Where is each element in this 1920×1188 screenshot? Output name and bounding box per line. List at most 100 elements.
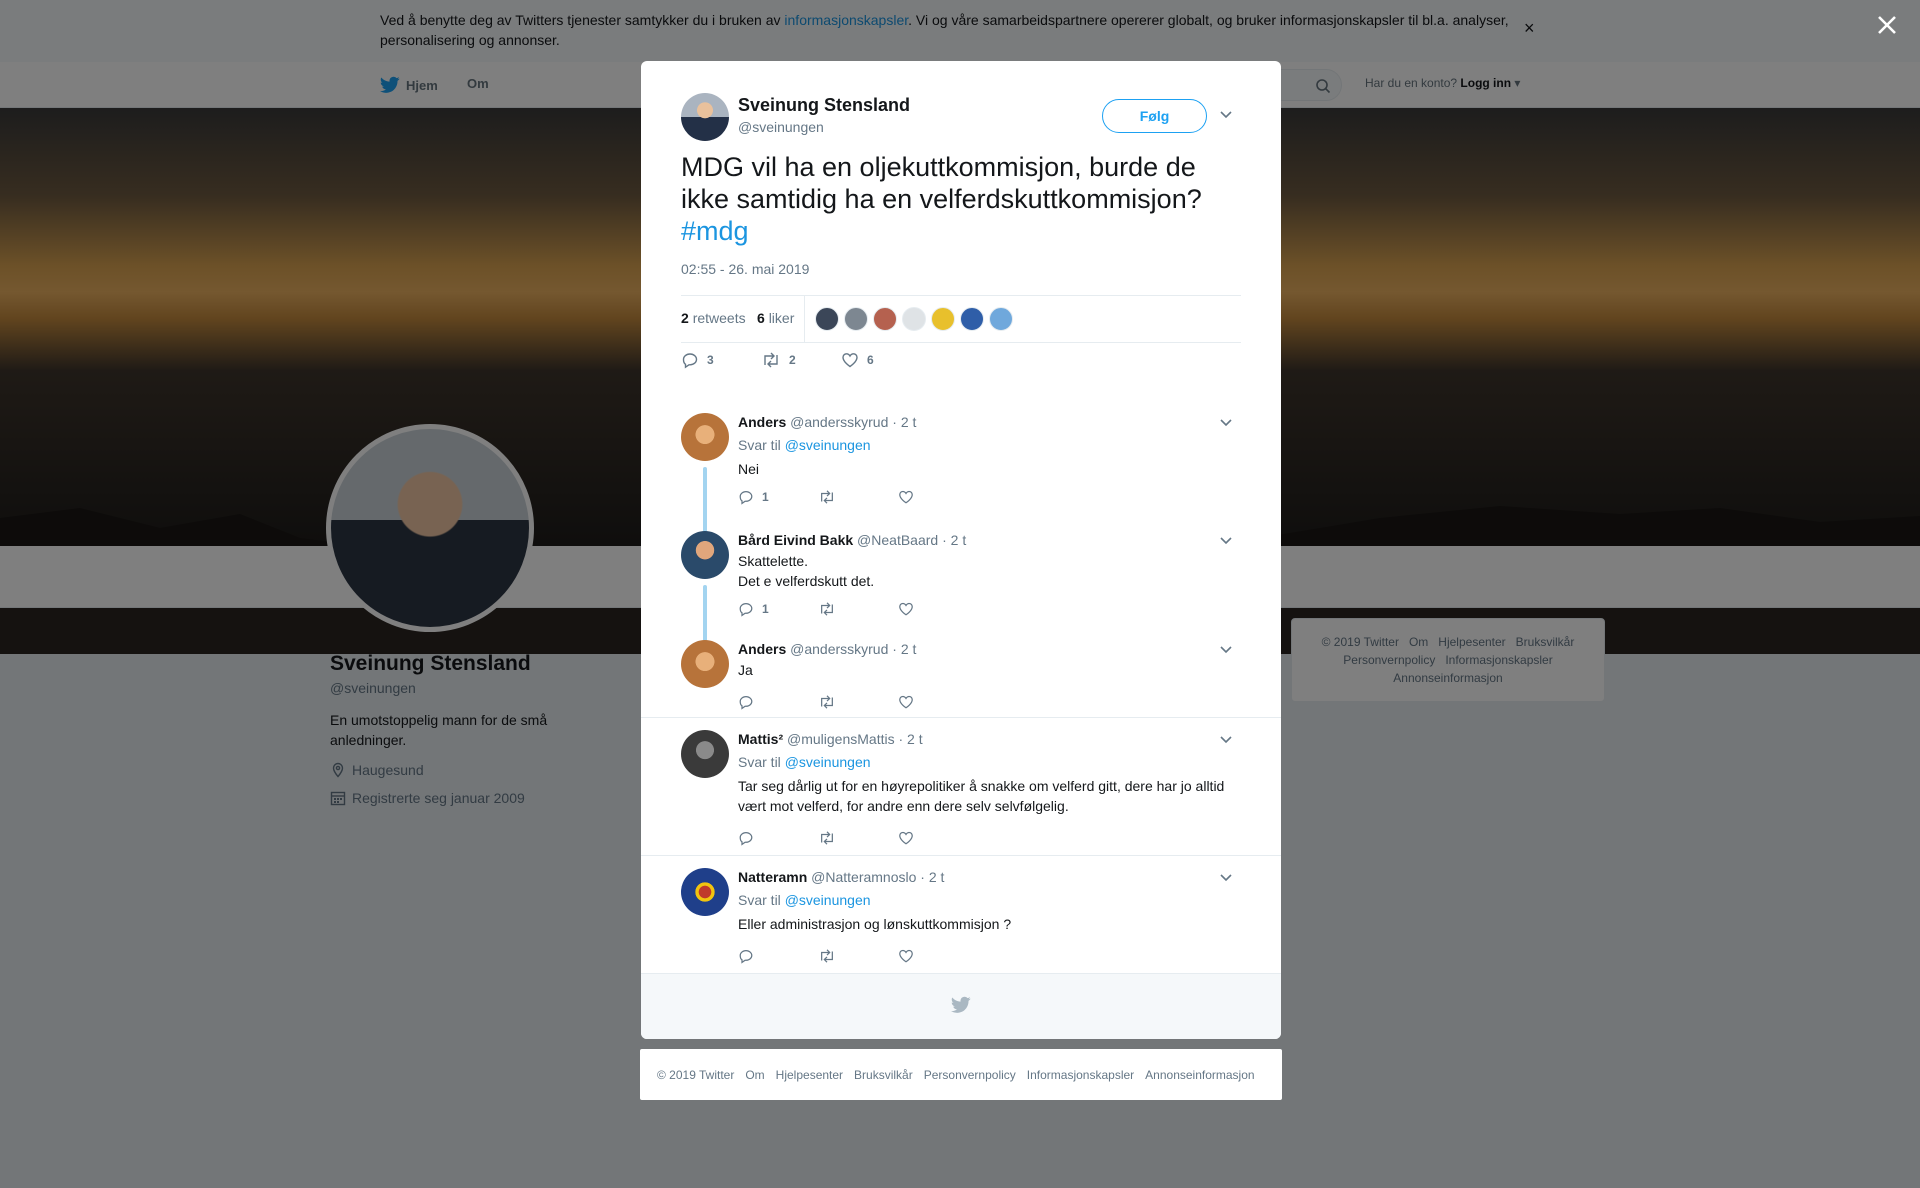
tweet-timestamp[interactable]: 02:55 - 26. mai 2019 (681, 261, 809, 277)
liker-avatar[interactable] (960, 307, 984, 331)
retweet-icon (821, 831, 833, 845)
footer-link-help[interactable]: Hjelpesenter (776, 1068, 843, 1082)
reply-author-name[interactable]: Natteramn (738, 869, 807, 885)
conversation-divider (641, 855, 1281, 856)
tweet-text: MDG vil ha en oljekuttkommisjon, burde d… (681, 151, 1241, 247)
reply-time[interactable]: · 2 t (892, 641, 916, 657)
reply-author-name[interactable]: Anders (738, 641, 786, 657)
reply-body: Anders @andersskyrud · 2 t Svar til @sve… (738, 413, 1238, 505)
retweet-button[interactable] (818, 830, 898, 846)
chevron-down-icon[interactable] (1219, 415, 1233, 429)
reply-button[interactable]: 1 (738, 601, 818, 617)
reply-author-handle[interactable]: @andersskyrud (790, 641, 888, 657)
like-button[interactable] (898, 489, 978, 505)
reply-time[interactable]: · 2 t (942, 532, 966, 548)
chevron-down-icon[interactable] (1219, 533, 1233, 547)
tweet-actions: 3 2 6 (681, 351, 921, 369)
footer-link-about[interactable]: Om (745, 1068, 764, 1082)
tweet-hashtag-link[interactable]: #mdg (681, 216, 749, 246)
reply-header: Natteramn @Natteramnoslo · 2 t (738, 868, 1238, 886)
footer-copyright: © 2019 Twitter (657, 1067, 735, 1082)
heart-icon (899, 831, 913, 845)
reply-time[interactable]: · 2 t (898, 731, 922, 747)
retweet-button[interactable] (818, 601, 898, 617)
liker-avatar[interactable] (902, 307, 926, 331)
reply-text-line: Det e velferdskutt det. (738, 573, 875, 589)
reply-count: 1 (762, 490, 769, 504)
reply-to: Svar til @sveinungen (738, 437, 1238, 453)
reply-header: Bård Eivind Bakk @NeatBaard · 2 t (738, 531, 1238, 549)
reply-body: Mattis² @muligensMattis · 2 t Svar til @… (738, 730, 1238, 846)
liker-avatar[interactable] (815, 307, 839, 331)
reply-text: Tar seg dårlig ut for en høyrepolitiker … (738, 778, 1225, 814)
reply-author-name[interactable]: Mattis² (738, 731, 783, 747)
reply-button[interactable] (738, 694, 818, 710)
follow-button[interactable]: Følg (1102, 99, 1207, 133)
reply-text: Nei (738, 461, 760, 477)
reply-button[interactable]: 1 (738, 489, 818, 505)
retweets-stat[interactable]: 2 retweets (681, 310, 746, 326)
reply-avatar[interactable] (681, 868, 729, 916)
reply-time[interactable]: · 2 t (892, 414, 916, 430)
reply-author-handle[interactable]: @andersskyrud (790, 414, 888, 430)
reply-button[interactable] (738, 948, 818, 964)
reply-time[interactable]: · 2 t (920, 869, 944, 885)
heart-icon (899, 949, 913, 963)
liker-avatars (815, 307, 1013, 331)
reply-to-link[interactable]: @sveinungen (785, 437, 871, 453)
chevron-down-icon[interactable] (1219, 870, 1233, 884)
reply-text: Ja (738, 662, 753, 678)
retweet-button[interactable] (818, 694, 898, 710)
like-button[interactable] (898, 694, 978, 710)
chevron-down-icon[interactable] (1219, 732, 1233, 746)
chevron-down-icon[interactable] (1219, 642, 1233, 656)
reply-avatar[interactable] (681, 640, 729, 688)
reply-to-link[interactable]: @sveinungen (785, 754, 871, 770)
liker-avatar[interactable] (873, 307, 897, 331)
retweet-icon (821, 949, 833, 963)
footer-link-ads[interactable]: Annonseinformasjon (1145, 1068, 1254, 1082)
like-button[interactable] (898, 830, 978, 846)
retweet-button[interactable]: 2 (761, 351, 841, 369)
like-button[interactable] (898, 601, 978, 617)
reply-author-handle[interactable]: @NeatBaard (857, 532, 938, 548)
tweet-author-avatar[interactable] (681, 93, 729, 141)
retweet-icon (821, 695, 833, 709)
reply-avatar[interactable] (681, 413, 729, 461)
reply-avatar[interactable] (681, 730, 729, 778)
close-icon[interactable] (1872, 10, 1902, 40)
liker-avatar[interactable] (989, 307, 1013, 331)
likes-count: 6 (757, 310, 765, 326)
liker-avatar[interactable] (844, 307, 868, 331)
like-button[interactable]: 6 (841, 351, 921, 369)
footer-link-cookies[interactable]: Informasjonskapsler (1027, 1068, 1134, 1082)
like-button[interactable] (898, 948, 978, 964)
retweets-label: retweets (692, 310, 746, 326)
reply-header: Anders @andersskyrud · 2 t (738, 640, 1238, 658)
footer-link-terms[interactable]: Bruksvilkår (854, 1068, 913, 1082)
footer-link-privacy[interactable]: Personvernpolicy (924, 1068, 1016, 1082)
chevron-down-icon[interactable] (1219, 107, 1233, 121)
liker-avatar[interactable] (931, 307, 955, 331)
reply-author-name[interactable]: Anders (738, 414, 786, 430)
tweet-author-name[interactable]: Sveinung Stensland (738, 95, 910, 116)
tweet-author-handle[interactable]: @sveinungen (738, 119, 824, 135)
reply-to-link[interactable]: @sveinungen (785, 892, 871, 908)
reply-text-line: Skattelette. (738, 553, 809, 569)
reply-actions: 1 (738, 489, 1238, 505)
reply-text: Eller administrasjon og lønskuttkommisjo… (738, 916, 1012, 932)
reply-count: 1 (762, 602, 769, 616)
like-count: 6 (867, 353, 874, 367)
reply-button[interactable] (738, 830, 818, 846)
reply-author-handle[interactable]: @muligensMattis (787, 731, 895, 747)
reply-author-handle[interactable]: @Natteramnoslo (811, 869, 916, 885)
reply-body: Natteramn @Natteramnoslo · 2 t Svar til … (738, 868, 1238, 964)
reply-avatar[interactable] (681, 531, 729, 579)
reply-to: Svar til @sveinungen (738, 754, 1238, 770)
retweet-button[interactable] (818, 948, 898, 964)
likes-stat[interactable]: 6 liker (757, 310, 794, 326)
retweet-button[interactable] (818, 489, 898, 505)
reply-text: Skattelette. Det e velferdskutt det. (738, 551, 1238, 591)
reply-button[interactable]: 3 (681, 351, 761, 369)
reply-author-name[interactable]: Bård Eivind Bakk (738, 532, 853, 548)
